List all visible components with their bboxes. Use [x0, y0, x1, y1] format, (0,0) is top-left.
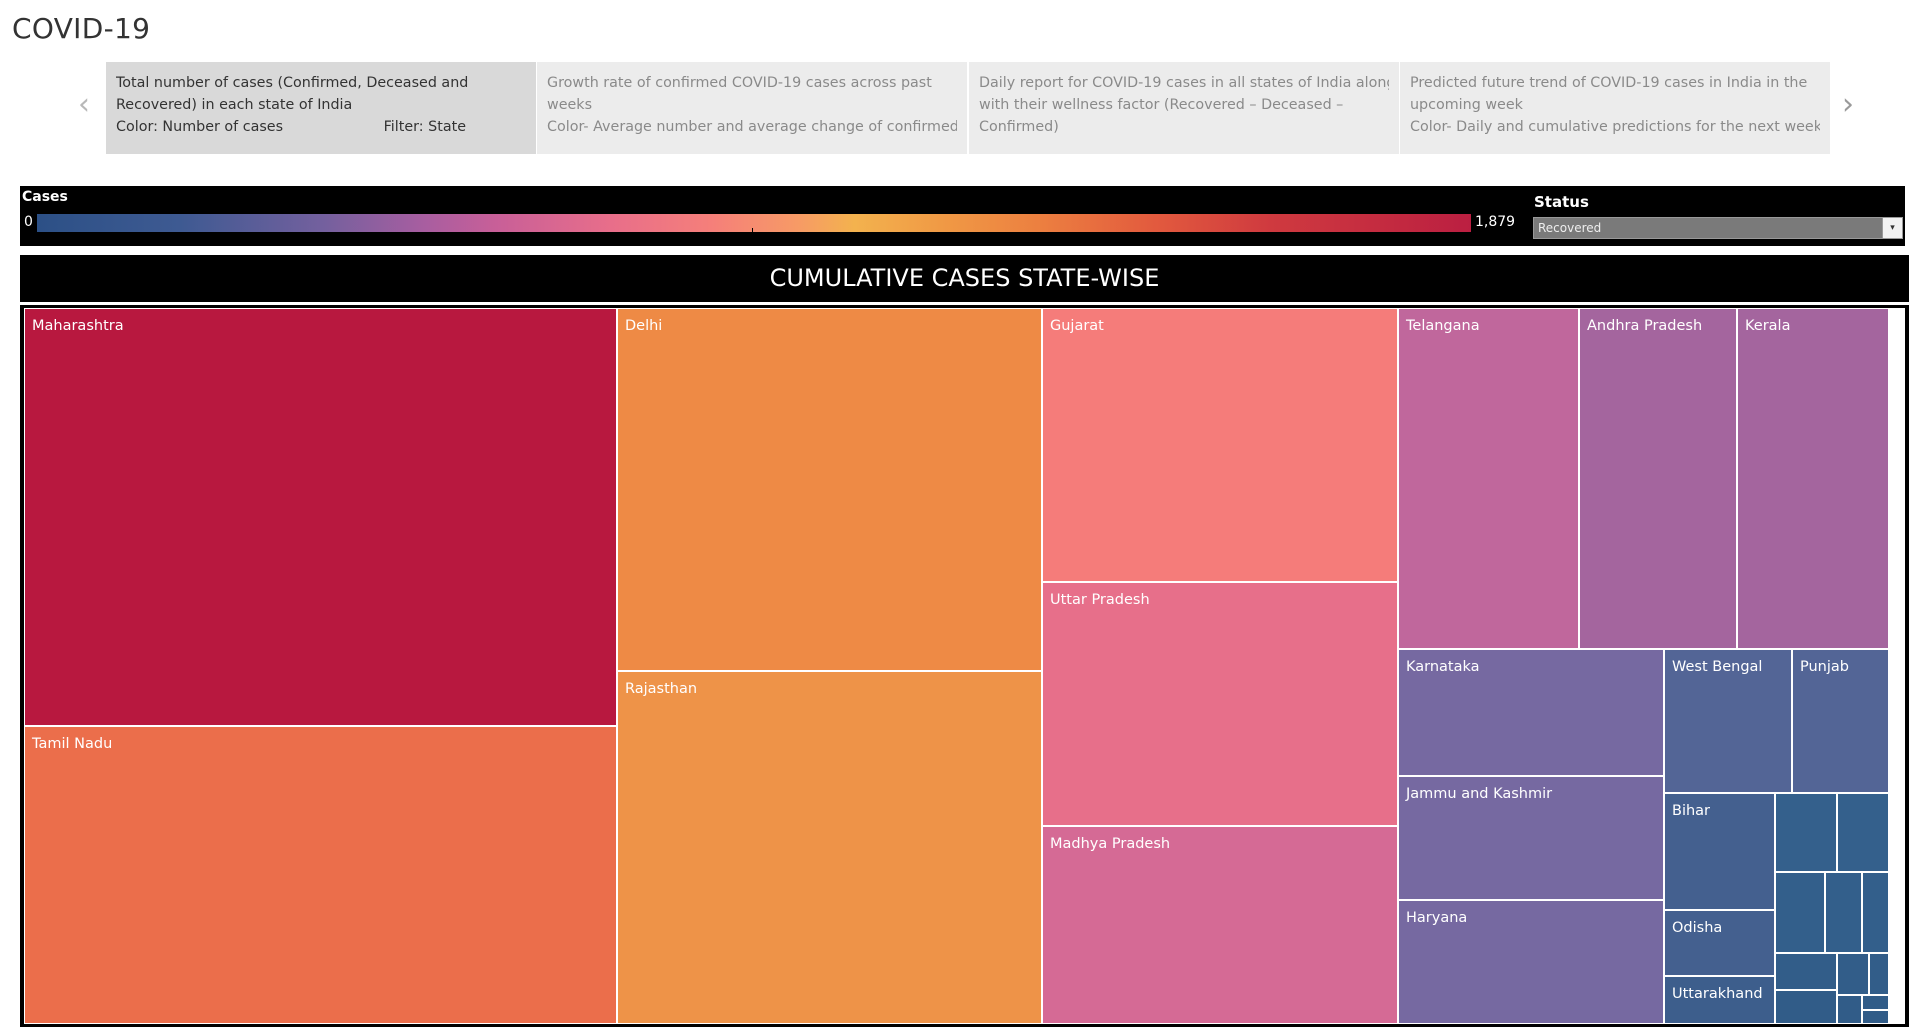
- treemap-tile-unlabelled[interactable]: [1775, 872, 1825, 953]
- treemap-tile-label: Rajasthan: [625, 681, 698, 697]
- story-navigator: ‹ Total number of cases (Confirmed, Dece…: [74, 58, 1858, 155]
- story-point-3[interactable]: Daily report for COVID-19 cases in all s…: [969, 62, 1399, 154]
- status-dropdown[interactable]: Recovered ▾: [1533, 217, 1903, 239]
- treemap-tile-haryana[interactable]: Haryana: [1398, 900, 1664, 1024]
- legend-min-label: 0: [24, 214, 33, 230]
- story-point-text: upcoming week: [1410, 97, 1523, 113]
- story-point-2[interactable]: Growth rate of confirmed COVID-19 cases …: [537, 62, 967, 154]
- treemap-tile-label: Uttar Pradesh: [1050, 592, 1150, 608]
- treemap-tile-label: Kerala: [1745, 318, 1791, 334]
- legend-max-label: 1,879: [1475, 214, 1516, 230]
- story-point-text: Confirmed): [979, 119, 1059, 135]
- treemap-tile-label: Bihar: [1672, 803, 1711, 819]
- treemap-tile-jammu-and-kashmir[interactable]: Jammu and Kashmir: [1398, 776, 1664, 900]
- legend-tick: [752, 228, 753, 232]
- treemap-tile-bihar[interactable]: Bihar: [1664, 793, 1775, 910]
- treemap-tile-andhra-pradesh[interactable]: Andhra Pradesh: [1579, 308, 1737, 649]
- treemap-tile-label: Odisha: [1672, 920, 1723, 936]
- story-point-text: Recovered) in each state of India: [116, 97, 353, 113]
- story-point-filter-note: Filter: State: [383, 119, 466, 135]
- treemap-frame: Maharashtra Tamil Nadu Delhi Rajasthan Gujar…: [20, 305, 1909, 1027]
- treemap-tile-label: Maharashtra: [32, 318, 124, 334]
- story-point-meta: Color: Number of cases Filter: State: [116, 116, 526, 138]
- treemap-tile-unlabelled[interactable]: [1869, 953, 1889, 995]
- page-title: COVID-19: [12, 12, 151, 45]
- story-point-text: weeks: [547, 97, 593, 113]
- color-legend: Cases 0 1,879: [20, 186, 1533, 246]
- story-point-text: Growth rate of confirmed COVID-19 cases …: [547, 75, 932, 91]
- status-filter-label: Status: [1534, 193, 1589, 211]
- treemap-tile-unlabelled[interactable]: [1837, 953, 1869, 995]
- treemap-tile-telangana[interactable]: Telangana: [1398, 308, 1579, 649]
- treemap-tile-unlabelled[interactable]: [1837, 793, 1889, 872]
- treemap-tile-label: Jammu and Kashmir: [1406, 786, 1553, 802]
- status-filter: Status Recovered ▾: [1529, 186, 1905, 246]
- treemap-tile-madhya-pradesh[interactable]: Madhya Pradesh: [1042, 826, 1398, 1024]
- treemap-tile-label: Uttarakhand: [1672, 986, 1763, 1002]
- treemap-tile-gujarat[interactable]: Gujarat: [1042, 308, 1398, 582]
- treemap-tile-label: Madhya Pradesh: [1050, 836, 1171, 852]
- story-point-text: Daily report for COVID-19 cases in all s…: [979, 75, 1389, 91]
- treemap-tile-unlabelled[interactable]: [1862, 1010, 1889, 1024]
- treemap-tile-label: Gujarat: [1050, 318, 1104, 334]
- chevron-down-icon[interactable]: ▾: [1882, 218, 1902, 238]
- treemap-tile-maharashtra[interactable]: Maharashtra: [24, 308, 617, 726]
- story-point-text: with their wellness factor (Recovered – …: [979, 97, 1344, 113]
- treemap-tile-unlabelled[interactable]: [1775, 990, 1837, 1024]
- treemap-tile-unlabelled[interactable]: [1862, 995, 1889, 1010]
- treemap-tile-label: Haryana: [1406, 910, 1468, 926]
- status-dropdown-value: Recovered: [1538, 221, 1602, 235]
- chevron-right-icon[interactable]: ›: [1842, 90, 1854, 120]
- treemap-tile-tamil-nadu[interactable]: Tamil Nadu: [24, 726, 617, 1024]
- story-point-text: Total number of cases (Confirmed, Deceas…: [116, 75, 469, 91]
- treemap-tile-label: Karnataka: [1406, 659, 1480, 675]
- treemap-tile-unlabelled[interactable]: [1775, 793, 1837, 872]
- treemap-tile-uttar-pradesh[interactable]: Uttar Pradesh: [1042, 582, 1398, 826]
- treemap-tile-west-bengal[interactable]: West Bengal: [1664, 649, 1792, 793]
- story-point-text: Color- Daily and cumulative predictions …: [1410, 119, 1820, 135]
- chevron-left-icon[interactable]: ‹: [78, 90, 90, 120]
- story-point-text: Predicted future trend of COVID-19 cases…: [1410, 75, 1808, 91]
- story-point-text: Color- Average number and average change…: [547, 119, 957, 135]
- treemap-tile-karnataka[interactable]: Karnataka: [1398, 649, 1664, 776]
- treemap-tile-punjab[interactable]: Punjab: [1792, 649, 1889, 793]
- treemap-tile-odisha[interactable]: Odisha: [1664, 910, 1775, 976]
- treemap-tile-rajasthan[interactable]: Rajasthan: [617, 671, 1042, 1024]
- treemap-tile-label: Delhi: [625, 318, 663, 334]
- treemap-tile-label: Tamil Nadu: [32, 736, 113, 752]
- treemap-tile-uttarakhand[interactable]: Uttarakhand: [1664, 976, 1775, 1024]
- story-point-1[interactable]: Total number of cases (Confirmed, Deceas…: [106, 62, 536, 154]
- story-point-4[interactable]: Predicted future trend of COVID-19 cases…: [1400, 62, 1830, 154]
- treemap-tile-unlabelled[interactable]: [1825, 872, 1862, 953]
- treemap-tile-kerala[interactable]: Kerala: [1737, 308, 1889, 649]
- treemap-chart: Maharashtra Tamil Nadu Delhi Rajasthan Gujar…: [24, 308, 1905, 1024]
- treemap-tile-delhi[interactable]: Delhi: [617, 308, 1042, 671]
- treemap-tile-label: West Bengal: [1672, 659, 1763, 675]
- legend-title: Cases: [22, 189, 68, 205]
- treemap-tile-label: Andhra Pradesh: [1587, 318, 1703, 334]
- chart-title: CUMULATIVE CASES STATE-WISE: [20, 255, 1909, 302]
- story-point-color-note: Color: Number of cases: [116, 119, 284, 135]
- treemap-tile-label: Punjab: [1800, 659, 1849, 675]
- treemap-tile-unlabelled[interactable]: [1837, 995, 1862, 1024]
- treemap-tile-unlabelled[interactable]: [1775, 953, 1837, 990]
- legend-color-ramp[interactable]: [37, 214, 1471, 232]
- treemap-tile-unlabelled[interactable]: [1862, 872, 1889, 953]
- treemap-tile-label: Telangana: [1406, 318, 1480, 334]
